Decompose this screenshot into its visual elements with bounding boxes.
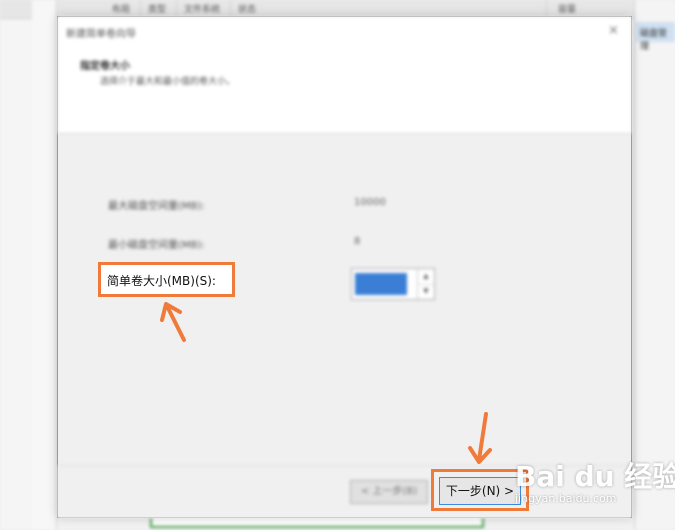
size-label-highlight: 简单卷大小(MB)(S): — [98, 262, 235, 297]
volume-size-selected-text[interactable] — [355, 273, 407, 295]
next-button[interactable]: 下一步(N) > — [439, 477, 521, 505]
close-icon[interactable]: × — [608, 23, 619, 38]
header-panel: 指定卷大小 选择介于最大和最小值的卷大小。 — [58, 47, 631, 134]
actions-item-disk-management[interactable]: 磁盘管理 — [636, 22, 675, 52]
min-space-value: 8 — [354, 236, 361, 247]
max-space-label: 最大磁盘空间量(MB): — [108, 201, 205, 212]
stepper-up-icon[interactable]: ▲ — [418, 269, 434, 285]
column-header[interactable]: 容量 — [558, 2, 576, 15]
column-header[interactable]: 类型 — [148, 2, 166, 15]
title-bar[interactable]: 新建简单卷向导 × — [58, 17, 631, 47]
actions-panel — [634, 0, 675, 530]
max-space-value: 10000 — [354, 197, 386, 208]
header-subtitle: 选择介于最大和最小值的卷大小。 — [100, 77, 236, 87]
watermark-url: jingyan.baidu.com — [515, 492, 617, 505]
header-heading: 指定卷大小 — [80, 61, 130, 72]
volume-list-column — [32, 0, 57, 530]
column-header[interactable]: 状态 — [238, 2, 256, 15]
arrow-icon — [468, 412, 492, 464]
left-strip — [0, 0, 32, 530]
stepper-down-icon[interactable]: ▼ — [418, 284, 434, 299]
arrow-icon — [160, 302, 186, 342]
min-space-label: 最小磁盘空间量(MB): — [108, 240, 205, 251]
volume-size-label: 简单卷大小(MB)(S): — [107, 274, 216, 288]
back-button[interactable]: < 上一步(B) — [350, 480, 428, 504]
stepper-buttons: ▲ ▼ — [417, 269, 434, 299]
dialog-title: 新建简单卷向导 — [66, 29, 136, 40]
column-header[interactable]: 布局 — [112, 2, 130, 15]
column-header[interactable]: 文件系统 — [184, 2, 220, 15]
actions-item-label: 磁盘管理 — [640, 29, 668, 52]
volume-size-stepper[interactable]: ▲ ▼ — [351, 268, 435, 300]
baidu-watermark: Bai du 经验 — [515, 460, 675, 493]
